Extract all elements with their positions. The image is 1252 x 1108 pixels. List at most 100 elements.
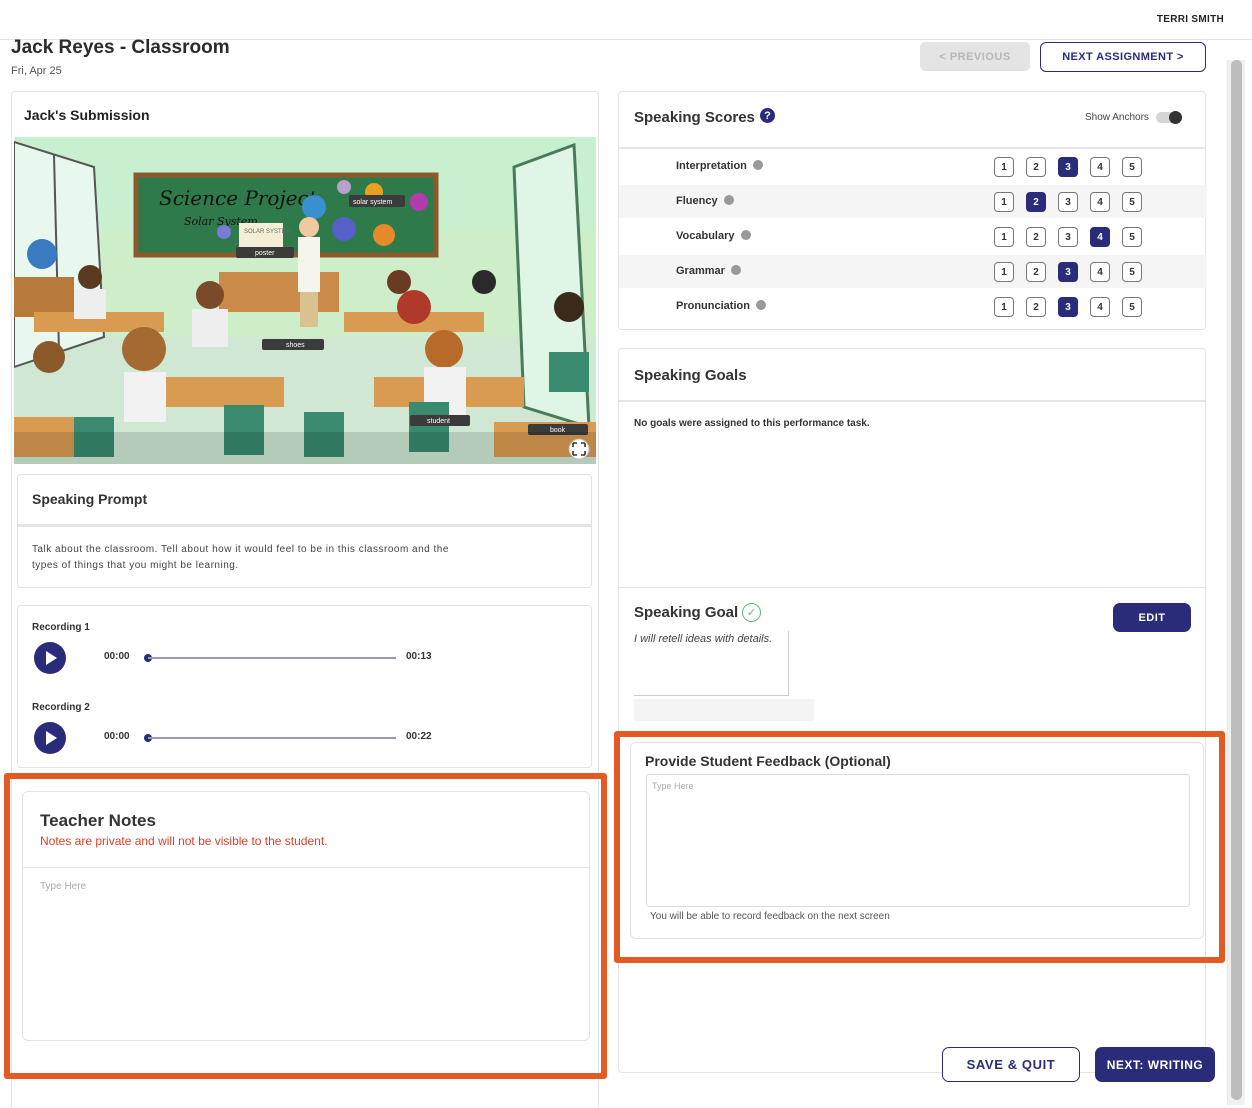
recording-1-label: Recording 1 [32, 622, 90, 633]
recording-1-play-button[interactable] [34, 642, 66, 674]
shoes-label: shoes [286, 342, 305, 349]
speaking-goals-card: Speaking Goals No goals were assigned to… [618, 348, 1206, 1073]
info-icon[interactable] [730, 265, 741, 275]
info-icon[interactable] [755, 300, 766, 310]
save-and-quit-button[interactable]: SAVE & QUIT [942, 1047, 1080, 1082]
previous-button[interactable]: < PREVIOUS [920, 42, 1030, 71]
help-icon[interactable]: ? [760, 108, 775, 123]
recordings-card: Recording 1 00:00 00:13 Recording 2 00:0… [17, 605, 592, 768]
score-option-3[interactable]: 3 [1058, 192, 1078, 212]
goal-box-shadow [634, 699, 814, 721]
score-option-2[interactable]: 2 [1026, 157, 1046, 177]
score-row: Pronunciation 1 2 3 4 5 [619, 290, 1207, 323]
edit-goal-button[interactable]: EDIT [1113, 603, 1191, 632]
recording-1-current-time: 00:00 [104, 651, 130, 662]
student-feedback-highlight [614, 731, 1225, 963]
score-option-3[interactable]: 3 [1058, 227, 1078, 247]
play-icon [46, 731, 57, 745]
score-option-3[interactable]: 3 [1058, 157, 1078, 177]
score-row: Fluency 1 2 3 4 5 [619, 185, 1207, 218]
check-circle-icon: ✓ [742, 603, 761, 622]
divider [619, 400, 1205, 402]
score-option-2[interactable]: 2 [1026, 227, 1046, 247]
score-option-5[interactable]: 5 [1122, 192, 1142, 212]
score-option-2[interactable]: 2 [1026, 297, 1046, 317]
score-option-5[interactable]: 5 [1122, 262, 1142, 282]
scrollbar[interactable] [1227, 60, 1245, 1105]
score-row: Grammar 1 2 3 4 5 [619, 255, 1207, 288]
score-label-text: Fluency [676, 195, 718, 207]
score-option-4[interactable]: 4 [1090, 157, 1110, 177]
recording-1-duration: 00:13 [406, 651, 432, 662]
submission-title: Jack's Submission [24, 107, 150, 123]
score-option-1[interactable]: 1 [994, 192, 1014, 212]
show-anchors-label: Show Anchors [1085, 112, 1149, 123]
speaking-goal-title: Speaking Goal [634, 604, 739, 621]
recording-2-seek-bar[interactable] [148, 737, 396, 739]
score-option-4[interactable]: 4 [1090, 192, 1110, 212]
speaking-goals-title: Speaking Goals [634, 367, 747, 384]
recording-2-duration: 00:22 [406, 731, 432, 742]
play-icon [46, 651, 57, 665]
score-option-2[interactable]: 2 [1026, 262, 1046, 282]
speaking-goal-text: I will retell ideas with details. [634, 631, 789, 696]
speaking-prompt-title: Speaking Prompt [32, 491, 148, 507]
recording-2-label: Recording 2 [32, 702, 90, 713]
next-assignment-button[interactable]: NEXT ASSIGNMENT > [1040, 42, 1206, 72]
score-option-1[interactable]: 1 [994, 227, 1014, 247]
score-label: Grammar [676, 265, 741, 277]
solar-system-label: solar system [353, 199, 392, 206]
recording-2-current-time: 00:00 [104, 731, 130, 742]
speaking-scores-title: Speaking Scores [634, 109, 755, 126]
score-option-3[interactable]: 3 [1058, 297, 1078, 317]
speaking-prompt-text: Talk about the classroom. Tell about how… [32, 544, 449, 571]
student-label: student [427, 418, 450, 425]
divider [619, 587, 1205, 588]
top-bar: TERRI SMITH [0, 0, 1252, 40]
solar-sign-label: SOLAR SYSTEM [244, 229, 291, 235]
teacher-notes-highlight [4, 773, 607, 1079]
submission-image: Science Project Solar System solar syste… [14, 137, 596, 464]
score-option-2[interactable]: 2 [1026, 192, 1046, 212]
divider [619, 147, 1205, 149]
score-label: Pronunciation [676, 300, 766, 312]
recording-2-play-button[interactable] [34, 722, 66, 754]
score-label: Vocabulary [676, 230, 751, 242]
page-title: Jack Reyes - Classroom [11, 37, 230, 58]
score-option-5[interactable]: 5 [1122, 227, 1142, 247]
score-option-4[interactable]: 4 [1090, 297, 1110, 317]
score-row: Interpretation 1 2 3 4 5 [619, 150, 1207, 183]
info-icon[interactable] [723, 195, 734, 205]
poster-label: poster [255, 250, 275, 257]
score-label-text: Grammar [676, 265, 725, 277]
score-label-text: Vocabulary [676, 230, 735, 242]
score-label-text: Interpretation [676, 160, 747, 172]
score-option-4[interactable]: 4 [1090, 227, 1110, 247]
info-icon[interactable] [752, 160, 763, 170]
score-option-5[interactable]: 5 [1122, 297, 1142, 317]
score-option-1[interactable]: 1 [994, 157, 1014, 177]
divider [18, 524, 591, 527]
toggle-knob [1169, 111, 1182, 124]
next-writing-button[interactable]: NEXT: WRITING [1095, 1047, 1215, 1082]
board-title-text: Science Project [159, 186, 318, 210]
score-option-1[interactable]: 1 [994, 262, 1014, 282]
recording-1-seek-bar[interactable] [148, 657, 396, 659]
score-label: Interpretation [676, 160, 763, 172]
score-option-5[interactable]: 5 [1122, 157, 1142, 177]
user-name[interactable]: TERRI SMITH [1157, 14, 1224, 25]
score-label: Fluency [676, 195, 734, 207]
score-row: Vocabulary 1 2 3 4 5 [619, 220, 1207, 253]
no-goals-message: No goals were assigned to this performan… [634, 418, 870, 429]
fullscreen-icon[interactable] [568, 438, 590, 460]
speaking-prompt-card: Speaking Prompt Talk about the classroom… [17, 474, 592, 588]
score-option-3[interactable]: 3 [1058, 262, 1078, 282]
score-option-4[interactable]: 4 [1090, 262, 1110, 282]
page-date: Fri, Apr 25 [11, 65, 62, 77]
speaking-scores-card: Speaking Scores ? Show Anchors Interpret… [618, 91, 1207, 330]
show-anchors-toggle[interactable] [1156, 111, 1182, 124]
score-label-text: Pronunciation [676, 300, 750, 312]
score-option-1[interactable]: 1 [994, 297, 1014, 317]
scrollbar-thumb[interactable] [1231, 60, 1242, 1100]
info-icon[interactable] [740, 230, 751, 240]
